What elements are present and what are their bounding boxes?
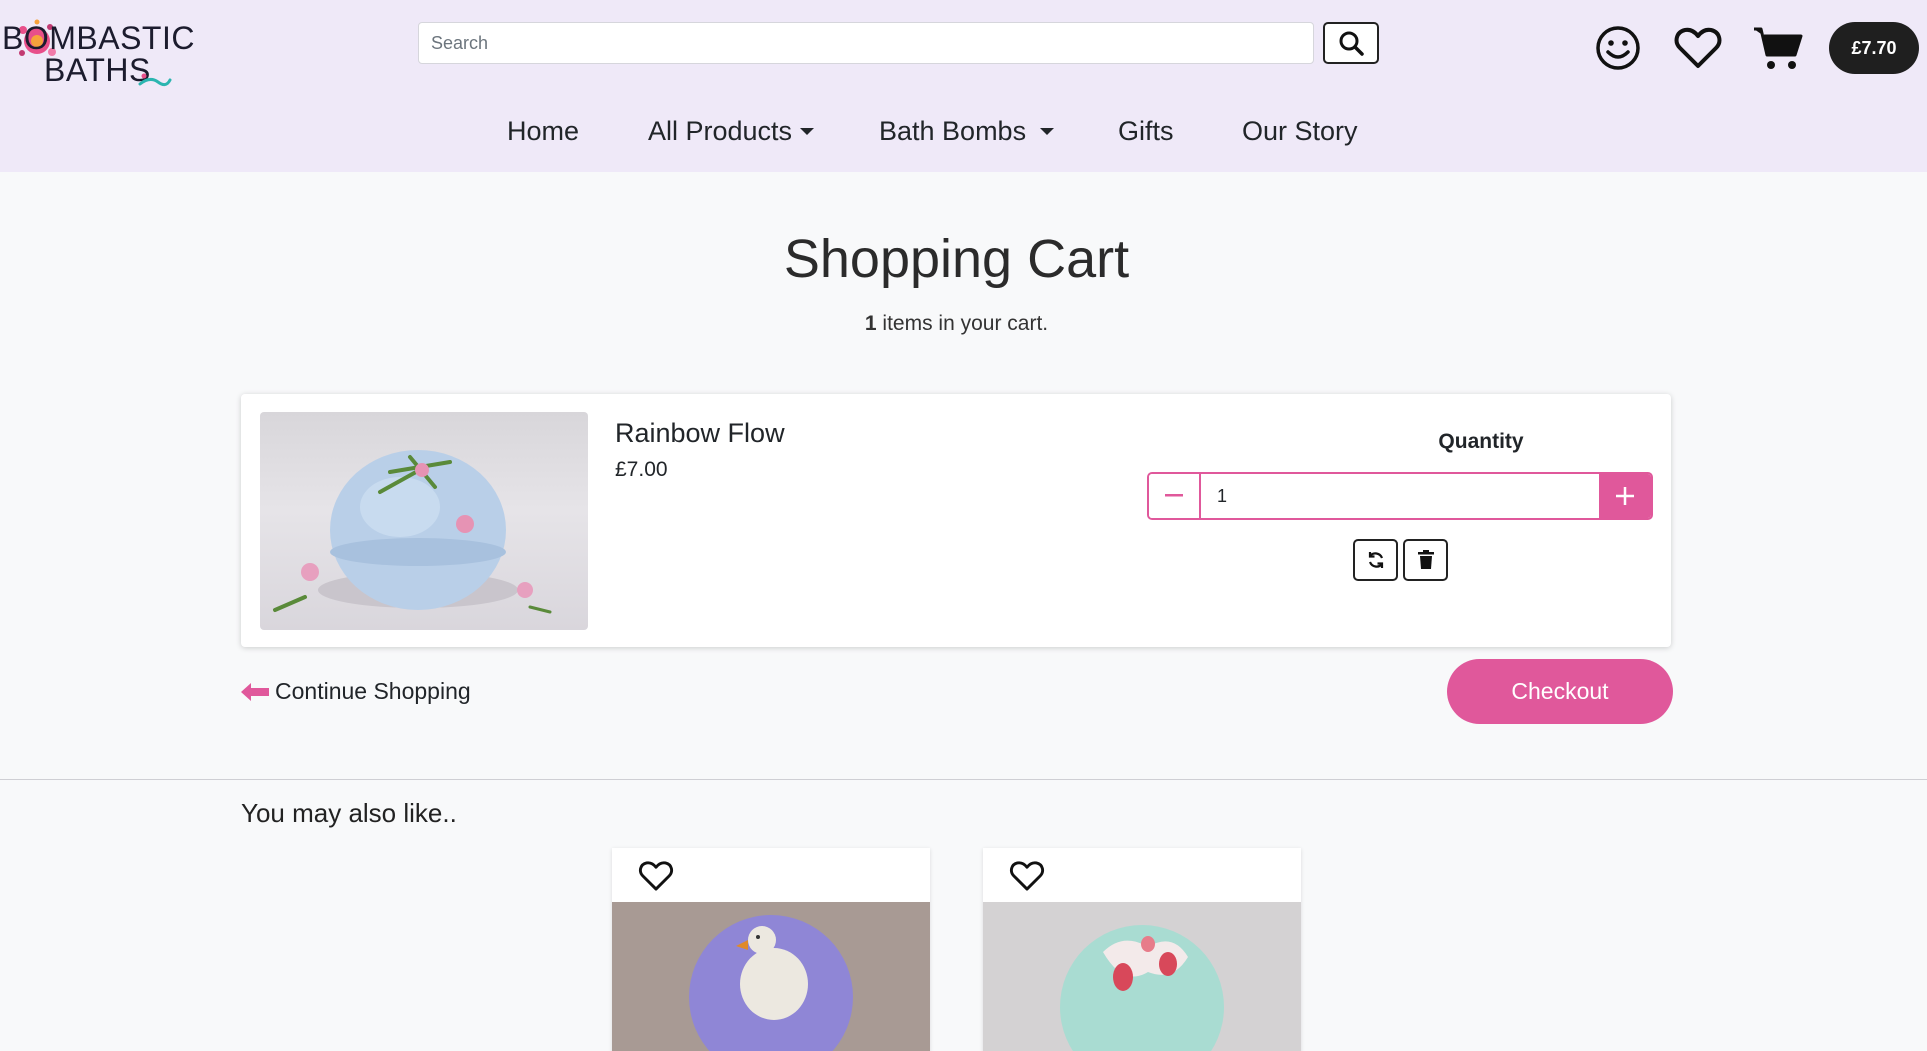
nav-item-home[interactable]: Home [507, 116, 579, 147]
recommendations-heading: You may also like.. [241, 798, 457, 828]
wishlist-button[interactable] [1672, 22, 1724, 74]
nav-item-label: Gifts [1118, 116, 1174, 146]
update-quantity-button[interactable] [1353, 539, 1398, 581]
cart-button[interactable] [1752, 22, 1804, 74]
continue-shopping-link[interactable]: Continue Shopping [241, 678, 471, 705]
recommended-product-image[interactable] [612, 902, 930, 1051]
heart-icon [1009, 861, 1045, 891]
recommended-product-image[interactable] [983, 902, 1301, 1051]
logo-text-line2: BATHS [44, 52, 151, 88]
cart-icon [1754, 27, 1803, 69]
quantity-input[interactable] [1203, 474, 1599, 518]
bath-bomb-chicken-image [612, 902, 930, 1051]
continue-shopping-label: Continue Shopping [275, 678, 471, 704]
remove-item-button[interactable] [1403, 539, 1448, 581]
heart-icon [638, 861, 674, 891]
account-button[interactable] [1592, 22, 1644, 74]
nav-item-bath-bombs[interactable]: Bath Bombs [879, 116, 1055, 147]
decrease-quantity-button[interactable] [1149, 474, 1201, 518]
nav-item-label: Our Story [1242, 116, 1358, 146]
section-divider [0, 779, 1927, 780]
account-smiley-icon [1596, 26, 1640, 70]
site-header: BOMBASTIC BATHS Search £7.70 Home All Pr… [0, 0, 1927, 172]
page-title: Shopping Cart [783, 229, 1130, 289]
nav-item-label: Bath Bombs [879, 116, 1027, 146]
recommended-product-card[interactable] [983, 848, 1301, 1051]
add-to-wishlist-button[interactable] [1007, 856, 1047, 896]
increase-quantity-button[interactable] [1599, 474, 1651, 518]
plus-icon [1616, 487, 1634, 505]
product-image[interactable] [260, 412, 588, 630]
brand-logo[interactable]: BOMBASTIC BATHS [0, 18, 194, 88]
heart-icon [1674, 27, 1722, 68]
search-bar [418, 22, 1314, 64]
chevron-down-icon [800, 128, 815, 135]
checkout-button[interactable]: Checkout [1447, 659, 1673, 724]
nav-item-our-story[interactable]: Our Story [1242, 116, 1358, 147]
nav-item-all-products[interactable]: All Products [648, 116, 815, 147]
product-price: £7.00 [615, 458, 668, 481]
nav-item-label: All Products [648, 116, 793, 146]
nav-item-label: Home [507, 116, 580, 146]
product-name: Rainbow Flow [615, 418, 785, 448]
main-nav: Home All Products Bath Bombs Gifts Our S… [0, 116, 1927, 156]
search-button[interactable] [1323, 22, 1379, 64]
cart-count-suffix: items in your cart. [876, 312, 1049, 335]
bath-bomb-floral-image [983, 902, 1301, 1051]
refresh-icon [1368, 552, 1383, 568]
logo-wave-icon [138, 73, 172, 87]
recommended-product-card[interactable] [612, 848, 930, 1051]
trash-icon [1417, 550, 1434, 569]
arrow-left-icon [241, 682, 269, 701]
minus-icon [1165, 494, 1183, 497]
quantity-stepper [1147, 472, 1653, 520]
add-to-wishlist-button[interactable] [636, 856, 676, 896]
cart-item-card: Rainbow Flow £7.00 Quantity [241, 394, 1671, 647]
quantity-label: Quantity [1438, 430, 1524, 453]
bath-bomb-image [273, 450, 552, 614]
search-input[interactable] [418, 22, 1314, 64]
cart-count-number: 1 [864, 312, 877, 335]
nav-item-gifts[interactable]: Gifts [1118, 116, 1174, 147]
search-icon [1339, 31, 1364, 56]
cart-item-count: 1 items in your cart. [0, 312, 1913, 336]
cart-total-badge[interactable]: £7.70 [1829, 22, 1919, 74]
chevron-down-icon [1040, 128, 1055, 135]
